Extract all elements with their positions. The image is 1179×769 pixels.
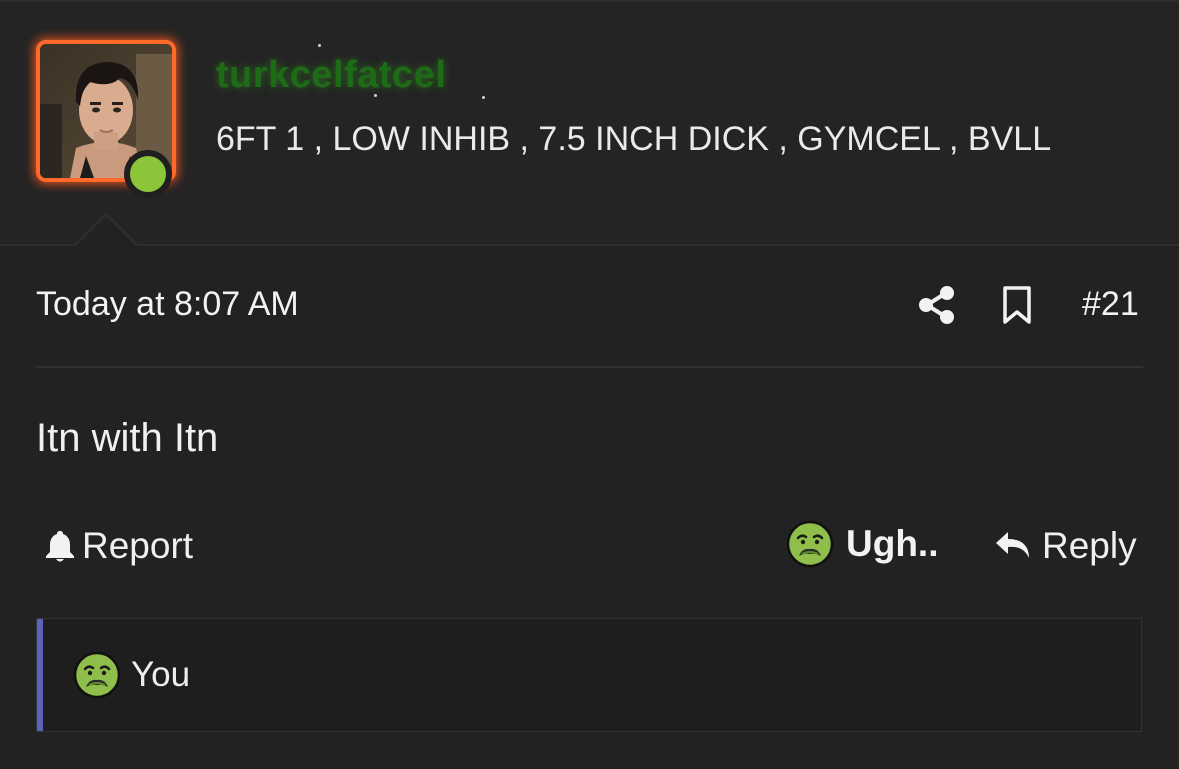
meta-divider xyxy=(36,366,1143,368)
post-author-header: turkcelfatcel 6FT 1 , LOW INHIB , 7.5 IN… xyxy=(0,2,1179,246)
reaction-summary[interactable]: You xyxy=(73,651,190,699)
sparkle-decoration xyxy=(318,44,321,47)
nauseated-face-icon xyxy=(73,651,121,699)
nauseated-face-icon xyxy=(786,520,834,568)
sparkle-decoration xyxy=(482,96,485,99)
author-user-title: 6FT 1 , LOW INHIB , 7.5 INCH DICK , GYMC… xyxy=(216,120,1052,158)
bookmark-button[interactable] xyxy=(998,284,1036,326)
reply-arrow-icon xyxy=(996,532,1029,558)
post-page: turkcelfatcel 6FT 1 , LOW INHIB , 7.5 IN… xyxy=(0,0,1179,769)
reply-label: Reply xyxy=(1042,525,1137,566)
bell-icon xyxy=(46,531,74,562)
reaction-label: Ugh.. xyxy=(846,523,939,564)
share-button[interactable] xyxy=(916,284,958,326)
author-username[interactable]: turkcelfatcel xyxy=(216,54,446,97)
reactions-bar[interactable]: You xyxy=(36,618,1142,732)
online-status-indicator xyxy=(124,150,172,198)
post-number-link[interactable]: #21 xyxy=(1082,285,1139,324)
post-timestamp[interactable]: Today at 8:07 AM xyxy=(36,285,299,324)
sparkle-decoration xyxy=(374,94,377,97)
header-pointer-fill xyxy=(75,216,137,247)
share-icon xyxy=(919,286,954,324)
report-button[interactable]: Report xyxy=(44,524,193,568)
bookmark-icon xyxy=(1003,286,1031,324)
reaction-button[interactable]: Ugh.. xyxy=(786,520,938,568)
reaction-summary-text: You xyxy=(131,655,191,694)
reply-button[interactable]: Reply xyxy=(994,524,1137,568)
reactions-accent-border xyxy=(37,619,43,731)
post-body-text: Itn with Itn xyxy=(36,416,219,460)
report-label: Report xyxy=(82,525,194,566)
